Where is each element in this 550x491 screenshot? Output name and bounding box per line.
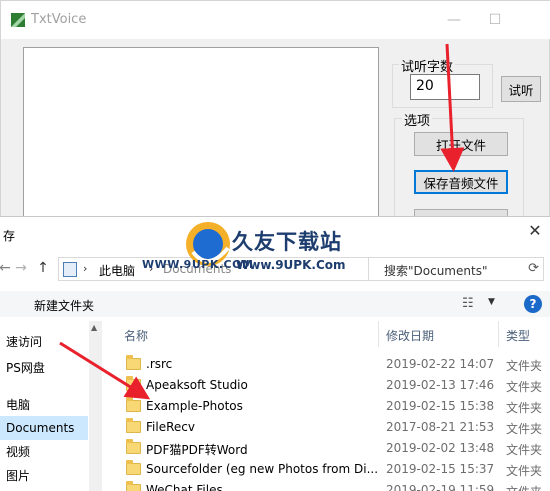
window-title: TxtVoice [31,12,87,27]
preview-count-input[interactable]: 20 [410,74,480,100]
column-divider[interactable] [378,321,379,347]
sort-ascending-icon: ⌃ [243,317,251,324]
dialog-toolbar: 新建文件夹 ☷ ▼ ? [0,291,550,317]
forward-button[interactable]: → [12,260,30,276]
file-type: 文件夹 [506,483,542,491]
file-name: Example-Photos [146,399,243,413]
text-editor[interactable] [23,47,379,223]
nav-item-documents[interactable]: Documents [0,416,88,440]
folder-icon [126,481,141,491]
file-date: 2019-02-15 15:38 [386,399,495,413]
file-type: 文件夹 [506,464,543,478]
help-icon[interactable]: ? [524,295,542,313]
preview-group-label: 试听字数 [399,56,456,75]
table-row[interactable]: Example-Photos 2019-02-15 15:38 文件夹 [102,396,550,417]
folder-icon [126,376,141,391]
file-name: Sourcefolder (eg new Photos from Di... [146,462,379,476]
file-name: PDF猫PDF转Word [146,443,248,457]
nav-scrollbar[interactable]: ▲ [89,321,102,491]
folder-icon [126,418,141,433]
txtvoice-window: TxtVoice — ☐ 试听字数 20 试听 选项 打开文件 保存音频文件 清… [0,0,550,241]
file-date: 2019-02-15 15:37 [386,462,495,476]
close-button[interactable]: ✕ [526,221,544,241]
file-type: 文件夹 [506,422,543,436]
dialog-title: 存 [3,229,16,243]
file-type: 文件夹 [506,359,543,373]
nav-item-videos[interactable]: 视频 [0,440,88,464]
nav-item-cloud-drive[interactable]: PS网盘 [0,356,88,380]
nav-item-pictures[interactable]: 图片 [0,464,88,488]
up-button[interactable]: ↑ [34,260,52,276]
minimize-button[interactable]: — [439,9,469,31]
folder-icon [126,439,141,454]
table-row[interactable]: FileRecv 2017-08-21 21:53 文件夹 [102,417,550,438]
watermark-url-right: Www.9UPK.Com [236,258,346,272]
folder-icon [126,355,141,370]
scroll-up-icon[interactable]: ▲ [91,323,97,332]
folder-icon [126,460,141,475]
search-input[interactable]: 搜索"Documents" ⟳ [368,257,544,281]
breadcrumb-separator: › [83,262,88,275]
file-date: 2019-02-22 14:07 [386,357,495,371]
nav-item-quick-access[interactable]: 速访问 [0,330,88,354]
file-list: ⌃ 名称 修改日期 类型 .rsrc 2019-02-22 14:07 文件夹 … [102,317,550,491]
column-header-type[interactable]: 类型 [506,327,530,344]
file-date: 2019-02-13 17:46 [386,378,495,392]
column-header-date[interactable]: 修改日期 [386,327,434,344]
maximize-button[interactable]: ☐ [480,9,510,31]
open-file-button[interactable]: 打开文件 [414,132,508,156]
table-row[interactable]: .rsrc 2019-02-22 14:07 文件夹 [102,354,550,375]
table-row[interactable]: PDF猫PDF转Word 2019-02-02 13:48 文件夹 [102,438,550,459]
file-date: 2019-02-19 11:59 [386,483,495,491]
file-name: Apeaksoft Studio [146,378,248,392]
navigation-pane: 速访问 PS网盘 电脑 Documents 视频 图片 ▲ [0,317,102,491]
view-options-icon[interactable]: ☷ [462,296,474,311]
file-name: .rsrc [146,357,173,371]
options-group-label: 选项 [402,110,433,129]
title-bar: TxtVoice — ☐ [1,1,550,39]
file-type: 文件夹 [506,443,543,457]
table-row[interactable]: WeChat Files 2019-02-19 11:59 文件夹 [102,480,550,491]
file-type: 文件夹 [506,401,543,415]
app-logo-icon [11,13,25,27]
listen-button[interactable]: 试听 [501,76,541,102]
nav-item-this-pc[interactable]: 电脑 [0,393,88,417]
column-divider[interactable] [498,321,499,347]
file-name: FileRecv [146,420,195,434]
file-date: 2019-02-02 13:48 [386,441,495,455]
computer-icon [63,262,77,277]
refresh-icon[interactable]: ⟳ [528,261,539,276]
folder-icon [126,397,141,412]
save-audio-button[interactable]: 保存音频文件 [414,170,508,194]
table-row[interactable]: Apeaksoft Studio 2019-02-13 17:46 文件夹 [102,375,550,396]
column-header-name[interactable]: 名称 [124,327,148,344]
breadcrumb-this-pc[interactable]: 此电脑 [99,262,135,279]
search-placeholder: 搜索"Documents" [384,264,488,278]
file-date: 2017-08-21 21:53 [386,420,495,434]
file-type: 文件夹 [506,380,543,394]
file-name: WeChat Files [146,483,223,491]
new-folder-button[interactable]: 新建文件夹 [34,297,94,314]
table-row[interactable]: Sourcefolder (eg new Photos from Di... 2… [102,459,550,480]
watermark-brand: 久友下载站 [232,230,342,254]
chevron-down-icon[interactable]: ▼ [488,297,495,307]
